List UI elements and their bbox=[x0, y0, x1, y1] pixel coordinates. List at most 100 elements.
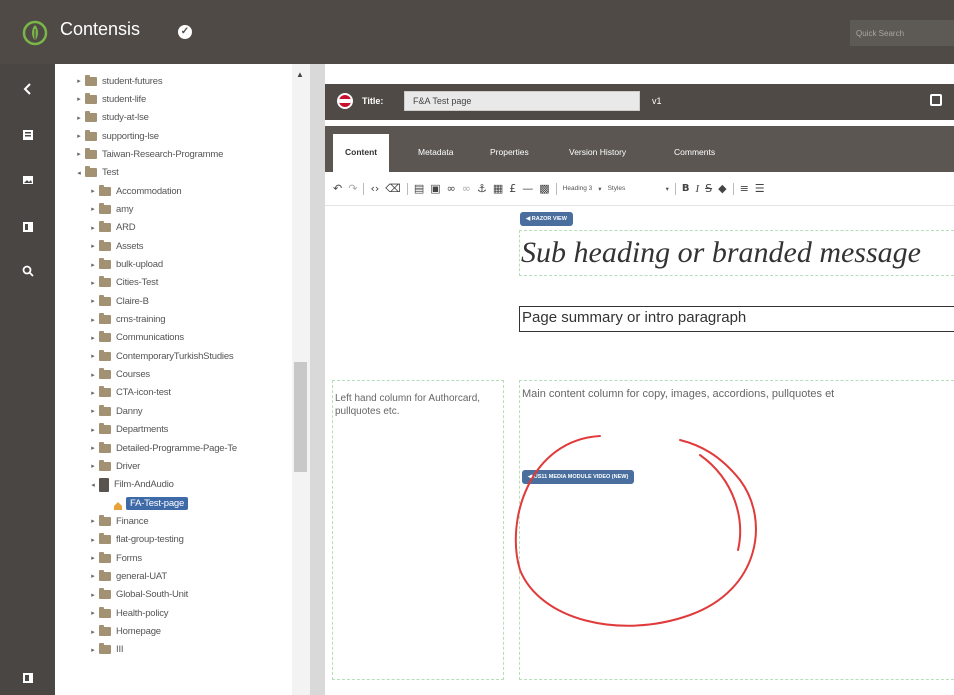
special-char-icon[interactable]: £ bbox=[509, 182, 516, 195]
collapsed-caret-icon[interactable]: ▸ bbox=[89, 316, 97, 324]
tree-item[interactable]: ▸ Danny bbox=[89, 402, 143, 420]
collapsed-caret-icon[interactable]: ▸ bbox=[89, 426, 97, 434]
eraser-icon[interactable]: ◆ bbox=[718, 182, 726, 195]
collapsed-caret-icon[interactable]: ▸ bbox=[89, 389, 97, 397]
tree-item[interactable]: ▸ Homepage bbox=[89, 623, 161, 641]
clear-format-icon[interactable]: ⌫ bbox=[385, 182, 401, 195]
collapsed-caret-icon[interactable]: ▸ bbox=[75, 132, 83, 140]
main-column[interactable] bbox=[519, 380, 954, 680]
unlink-icon[interactable]: ∞ bbox=[462, 182, 471, 195]
styles-select-arrow[interactable]: ▾ bbox=[666, 185, 669, 193]
tab-comments[interactable]: Comments bbox=[662, 134, 727, 172]
collapsed-caret-icon[interactable]: ▸ bbox=[89, 371, 97, 379]
tree-item[interactable]: ▸ amy bbox=[89, 200, 134, 218]
summary-field[interactable]: Page summary or intro paragraph bbox=[519, 306, 954, 332]
quick-search-input[interactable] bbox=[850, 20, 954, 46]
collapsed-caret-icon[interactable]: ▸ bbox=[75, 77, 83, 85]
forms-nav-button[interactable] bbox=[0, 208, 55, 246]
tree-item[interactable]: ▸ Assets bbox=[89, 237, 144, 255]
tree-item[interactable]: ▸ flat-group-testing bbox=[89, 531, 184, 549]
collapsed-caret-icon[interactable]: ▸ bbox=[89, 297, 97, 305]
tree-item[interactable]: ▸ Accommodation bbox=[89, 182, 182, 200]
tree-item[interactable]: ▸ Claire-B bbox=[89, 292, 149, 310]
horizontal-rule-icon[interactable]: — bbox=[522, 182, 533, 195]
tree-item[interactable]: ▸ bulk-upload bbox=[89, 256, 163, 274]
source-code-icon[interactable]: ‹› bbox=[370, 182, 379, 195]
collapsed-caret-icon[interactable]: ▸ bbox=[89, 352, 97, 360]
collapsed-caret-icon[interactable]: ▸ bbox=[89, 628, 97, 636]
collapsed-caret-icon[interactable]: ▸ bbox=[89, 536, 97, 544]
paste-icon[interactable]: ▤ bbox=[414, 182, 424, 195]
tree-item[interactable]: ◂ Test bbox=[75, 164, 119, 182]
tree-scrollbar-thumb[interactable] bbox=[294, 362, 307, 472]
tree-item[interactable]: ◂ Film-AndAudio bbox=[89, 476, 174, 494]
table-icon[interactable]: ▦ bbox=[493, 182, 503, 195]
list-icon[interactable]: ☰ bbox=[755, 182, 765, 195]
title-input[interactable]: F&A Test page bbox=[404, 91, 640, 111]
styles-select[interactable]: Styles bbox=[608, 185, 660, 192]
collapsed-caret-icon[interactable]: ▸ bbox=[89, 224, 97, 232]
collapsed-caret-icon[interactable]: ▸ bbox=[89, 205, 97, 213]
expanded-caret-icon[interactable]: ◂ bbox=[75, 169, 83, 177]
bold-icon[interactable]: B bbox=[682, 183, 690, 194]
tree-item[interactable]: ▸ Detailed-Programme-Page-Te bbox=[89, 439, 237, 457]
component-icon[interactable]: ▩ bbox=[539, 182, 549, 195]
collapsed-caret-icon[interactable]: ▸ bbox=[75, 150, 83, 158]
tree-item[interactable]: ▸ Driver bbox=[89, 457, 140, 475]
subheading-text[interactable]: Sub heading or branded message bbox=[521, 236, 921, 270]
content-nav-button[interactable] bbox=[0, 116, 55, 154]
tree-item[interactable]: ▸ Forms bbox=[89, 549, 142, 567]
collapsed-caret-icon[interactable]: ▸ bbox=[75, 114, 83, 122]
collapsed-caret-icon[interactable]: ▸ bbox=[89, 279, 97, 287]
tree-item[interactable]: ▸ student-life bbox=[75, 90, 146, 108]
tree-item[interactable]: ▸ Health-policy bbox=[89, 604, 169, 622]
tree-item[interactable]: ▸ CTA-icon-test bbox=[89, 384, 171, 402]
tree-item[interactable]: ▸ ARD bbox=[89, 219, 136, 237]
collapsed-caret-icon[interactable]: ▸ bbox=[89, 462, 97, 470]
tab-content[interactable]: Content bbox=[333, 134, 390, 172]
tree-item[interactable]: ▸ study-at-lse bbox=[75, 109, 149, 127]
tab-version-history[interactable]: Version History bbox=[557, 134, 638, 172]
tree-item[interactable]: FA-Test-page bbox=[103, 494, 189, 512]
razor-view-badge[interactable]: ◀ RAZOR VIEW bbox=[520, 212, 573, 226]
strikethrough-icon[interactable]: S bbox=[705, 182, 712, 195]
format-select[interactable]: Heading 3 bbox=[563, 185, 593, 192]
tree-item[interactable]: ▸ Taiwan-Research-Programme bbox=[75, 145, 223, 163]
tree-item[interactable]: ▸ Global-South-Unit bbox=[89, 586, 188, 604]
media-nav-button[interactable] bbox=[0, 161, 55, 199]
collapsed-caret-icon[interactable]: ▸ bbox=[89, 261, 97, 269]
tree-item[interactable]: ▸ Communications bbox=[89, 329, 184, 347]
tree-item[interactable]: ▸ Courses bbox=[89, 366, 150, 384]
link-icon[interactable]: ∞ bbox=[447, 182, 456, 195]
language-flag-icon[interactable] bbox=[337, 93, 353, 109]
media-module-badge[interactable]: ◀ US11 MEDIA MODULE VIDEO (NEW) bbox=[522, 470, 635, 484]
collapsed-caret-icon[interactable]: ▸ bbox=[89, 646, 97, 654]
tree-item[interactable]: ▸ Departments bbox=[89, 421, 168, 439]
insert-image-icon[interactable]: ▣ bbox=[430, 182, 440, 195]
undo-icon[interactable]: ↶ bbox=[333, 182, 342, 195]
settings-nav-button[interactable] bbox=[0, 659, 55, 695]
format-select-arrow[interactable]: ▾ bbox=[598, 185, 601, 193]
tree-item[interactable]: ▸ cms-training bbox=[89, 311, 166, 329]
collapsed-caret-icon[interactable]: ▸ bbox=[89, 609, 97, 617]
tree-item[interactable]: ▸ ContemporaryTurkishStudies bbox=[89, 347, 234, 365]
collapsed-caret-icon[interactable]: ▸ bbox=[89, 407, 97, 415]
tree-item[interactable]: ▸ supporting-lse bbox=[75, 127, 159, 145]
anchor-icon[interactable]: ⚓ bbox=[477, 182, 487, 195]
search-nav-button[interactable] bbox=[0, 252, 55, 290]
collapsed-caret-icon[interactable]: ▸ bbox=[89, 591, 97, 599]
tree-item[interactable]: ▸ general-UAT bbox=[89, 567, 167, 585]
collapsed-caret-icon[interactable]: ▸ bbox=[75, 95, 83, 103]
tab-properties[interactable]: Properties bbox=[478, 134, 541, 172]
tree-item[interactable]: ▸ III bbox=[89, 641, 124, 659]
tree-item[interactable]: ▸ Cities-Test bbox=[89, 274, 158, 292]
collapsed-caret-icon[interactable]: ▸ bbox=[89, 187, 97, 195]
save-icon[interactable] bbox=[930, 94, 942, 106]
tree-item[interactable]: ▸ student-futures bbox=[75, 72, 163, 90]
redo-icon[interactable]: ↷ bbox=[348, 182, 357, 195]
italic-icon[interactable]: I bbox=[695, 183, 699, 195]
collapsed-caret-icon[interactable]: ▸ bbox=[89, 242, 97, 250]
collapsed-caret-icon[interactable]: ▸ bbox=[89, 572, 97, 580]
scroll-up-icon[interactable]: ▲ bbox=[296, 70, 304, 79]
collapsed-caret-icon[interactable]: ▸ bbox=[89, 517, 97, 525]
